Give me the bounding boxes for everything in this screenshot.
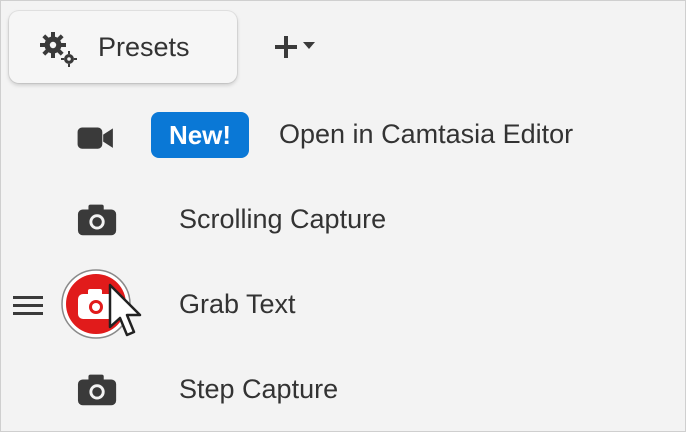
- menu-item-step-capture[interactable]: Step Capture: [1, 347, 686, 427]
- drag-handle-icon[interactable]: [13, 295, 45, 317]
- presets-button[interactable]: Presets: [9, 11, 237, 83]
- menu-item-label: Scrolling Capture: [179, 204, 387, 234]
- video-camera-icon: [77, 127, 113, 149]
- menu-item-label: Open in Camtasia Editor: [279, 119, 574, 149]
- menu-item-label: Step Capture: [179, 374, 339, 404]
- menu-item-scrolling-capture[interactable]: Scrolling Capture: [1, 179, 686, 259]
- capture-panel: Presets New! Open in Camtasia Editor Scr…: [0, 0, 686, 432]
- gear-icon: [40, 32, 77, 67]
- add-preset-button[interactable]: [271, 29, 325, 65]
- caret-down-icon: [303, 42, 315, 49]
- mouse-pointer-icon: [108, 283, 142, 337]
- menu-item-label: Grab Text: [179, 289, 296, 319]
- presets-label: Presets: [98, 32, 190, 62]
- camera-icon: [77, 374, 117, 406]
- plus-icon: [275, 36, 315, 58]
- new-badge: New!: [151, 112, 249, 158]
- camera-icon: [77, 204, 117, 236]
- toolbar: Presets: [9, 11, 685, 83]
